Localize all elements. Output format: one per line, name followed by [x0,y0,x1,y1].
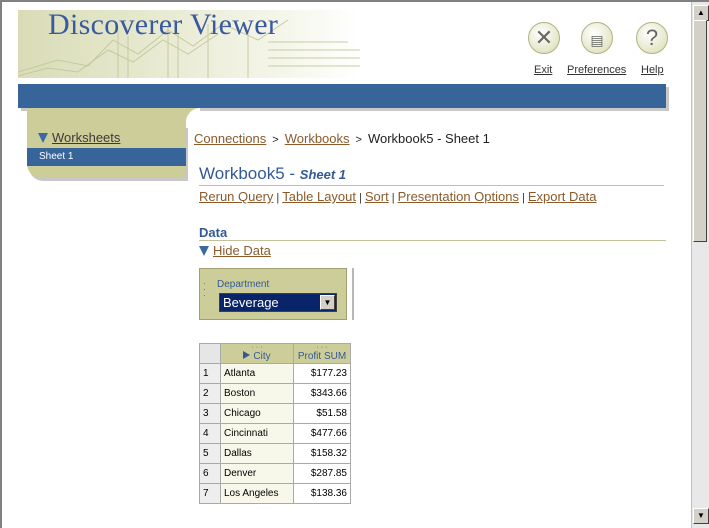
page-items-box: · · · Department Beverage ▼ [199,268,347,320]
scroll-up-icon[interactable]: ▲ [693,5,709,21]
app-title: Discoverer Viewer [48,10,279,41]
worksheets-header[interactable]: Worksheets [38,130,120,145]
page-item-label: Department [217,279,270,290]
row-number: 3 [199,403,221,424]
presentation-options-link[interactable]: Presentation Options [398,189,519,204]
profit-cell: $287.85 [293,463,351,484]
data-table: · · · City · · · Profit SUM 1 Atlanta $177.2… [199,343,351,504]
sheet-name: Sheet 1 [299,167,347,182]
table-row: 5 Dallas $158.32 [199,443,351,464]
city-cell: Boston [220,383,294,404]
column-header-label: City [253,351,271,362]
action-links: Rerun Query | Table Layout | Sort | Presentati… [199,189,597,204]
row-number: 2 [199,383,221,404]
exit-icon[interactable]: ✕ [528,22,560,54]
breadcrumb-workbooks[interactable]: Workbooks [285,131,350,146]
profit-cell: $158.32 [293,443,351,464]
city-cell: Cincinnati [220,423,294,444]
sort-link[interactable]: Sort [365,189,389,204]
table-row: 1 Atlanta $177.23 [199,363,351,384]
data-divider [199,240,666,241]
city-cell: Los Angeles [220,483,294,504]
title-divider [199,185,664,186]
row-number: 1 [199,363,221,384]
breadcrumb-separator: > [272,134,279,146]
breadcrumb-separator: > [355,134,362,146]
browser-frame [0,0,709,528]
help-icon[interactable]: ? [636,22,668,54]
table-row: 7 Los Angeles $138.36 [199,483,351,504]
city-cell: Atlanta [220,363,294,384]
table-header-row: · · · City · · · Profit SUM [199,343,351,364]
column-header-profit[interactable]: · · · Profit SUM [293,343,351,364]
expand-arrow-icon[interactable] [243,351,251,359]
row-number: 7 [199,483,221,504]
collapse-triangle-icon[interactable] [199,246,209,256]
header-bar [18,84,666,108]
page-items-divider [352,268,354,320]
hide-data-link[interactable]: Hide Data [213,243,271,258]
table-row: 3 Chicago $51.58 [199,403,351,424]
row-number: 6 [199,463,221,484]
profit-cell: $51.58 [293,403,351,424]
table-row: 6 Denver $287.85 [199,463,351,484]
department-select[interactable]: Beverage ▼ [219,293,337,312]
profit-cell: $138.36 [293,483,351,504]
breadcrumb-connections[interactable]: Connections [194,131,266,146]
rerun-query-link[interactable]: Rerun Query [199,189,273,204]
profit-cell: $343.66 [293,383,351,404]
table-row: 4 Cincinnati $477.66 [199,423,351,444]
drag-handle-icon[interactable]: · · · [203,280,207,300]
app-logo: Discoverer Viewer [18,10,360,78]
worksheets-link[interactable]: Worksheets [52,130,120,145]
city-cell: Dallas [220,443,294,464]
preferences-link[interactable]: Preferences [567,64,626,76]
department-select-value: Beverage [223,295,279,310]
preferences-icon[interactable]: ▤ [581,22,613,54]
page-title: Workbook5 - Sheet 1 [199,164,346,184]
breadcrumb: Connections > Workbooks > Workbook5 - Sheet … [194,131,490,146]
scrollbar-thumb[interactable] [693,20,707,242]
breadcrumb-current: Workbook5 - Sheet 1 [367,131,490,146]
table-row: 2 Boston $343.66 [199,383,351,404]
collapse-triangle-icon[interactable] [38,133,48,143]
exit-link[interactable]: Exit [534,64,552,76]
city-cell: Denver [220,463,294,484]
column-header-city[interactable]: · · · City [220,343,294,364]
sidebar-item-sheet-1[interactable]: Sheet 1 [27,148,186,166]
city-cell: Chicago [220,403,294,424]
help-link[interactable]: Help [641,64,664,76]
table-layout-link[interactable]: Table Layout [282,189,356,204]
data-heading: Data [199,225,228,240]
row-number: 5 [199,443,221,464]
workbook-name: Workbook5 - [199,164,296,183]
vertical-scrollbar[interactable]: ▲ ▼ [691,2,709,528]
scroll-down-icon[interactable]: ▼ [693,508,709,524]
row-number: 4 [199,423,221,444]
profit-cell: $477.66 [293,423,351,444]
profit-cell: $177.23 [293,363,351,384]
hide-data-toggle[interactable]: Hide Data [199,243,271,258]
column-header-label: Profit SUM [297,351,347,362]
chevron-down-icon[interactable]: ▼ [320,295,335,310]
table-corner [199,343,221,364]
export-data-link[interactable]: Export Data [528,189,597,204]
